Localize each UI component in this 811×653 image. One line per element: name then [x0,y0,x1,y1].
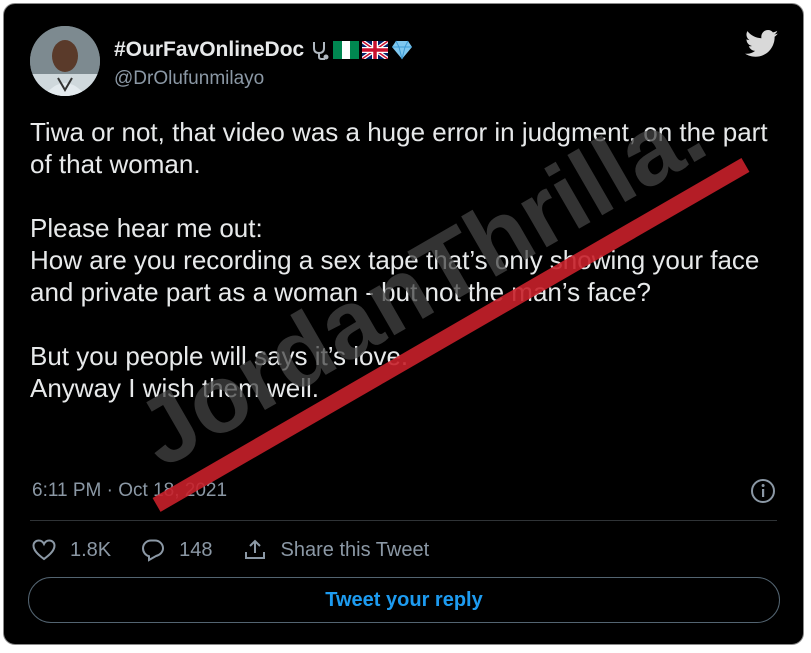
author-handle[interactable]: @DrOlufunmilayo [114,68,264,90]
tweet-paragraph-2: Please hear me out: How are you recordin… [30,213,760,307]
tweet-timestamp[interactable]: 6:11 PM · Oct 18, 2021 [32,480,227,502]
uk-flag-icon [362,41,389,59]
divider [30,520,777,521]
tweet-paragraph-3: But you people will says it’s love. Anyw… [30,341,409,403]
share-tweet-button[interactable]: Share this Tweet [243,538,430,562]
share-label: Share this Tweet [280,538,430,561]
display-name[interactable]: #OurFavOnlineDoc [114,38,304,62]
twitter-bird-icon[interactable] [745,30,779,58]
reply-bubble-icon [142,539,165,562]
avatar[interactable] [30,26,100,96]
nigeria-flag-icon [333,41,360,59]
tweet-actions: 1.8K 148 Share this Tweet [32,538,459,562]
tweet-card: #OurFavOnlineDoc @DrOlufunmilayo Tiwa or… [3,3,804,645]
stethoscope-icon [313,42,329,60]
like-button[interactable]: 1.8K [32,539,111,562]
reply-count: 148 [179,538,213,561]
name-emojis [310,39,413,61]
author-name-row: #OurFavOnlineDoc [114,38,413,62]
like-count: 1.8K [70,538,112,561]
gem-icon [392,40,413,60]
heart-icon [32,539,56,561]
tweet-paragraph-1: Tiwa or not, that video was a huge error… [30,117,768,179]
tweet-your-reply-button[interactable]: Tweet your reply [28,577,780,623]
share-icon [244,539,265,559]
reply-button[interactable]: 148 [141,538,213,562]
tweet-text: Tiwa or not, that video was a huge error… [30,116,790,404]
info-icon[interactable] [750,478,776,504]
